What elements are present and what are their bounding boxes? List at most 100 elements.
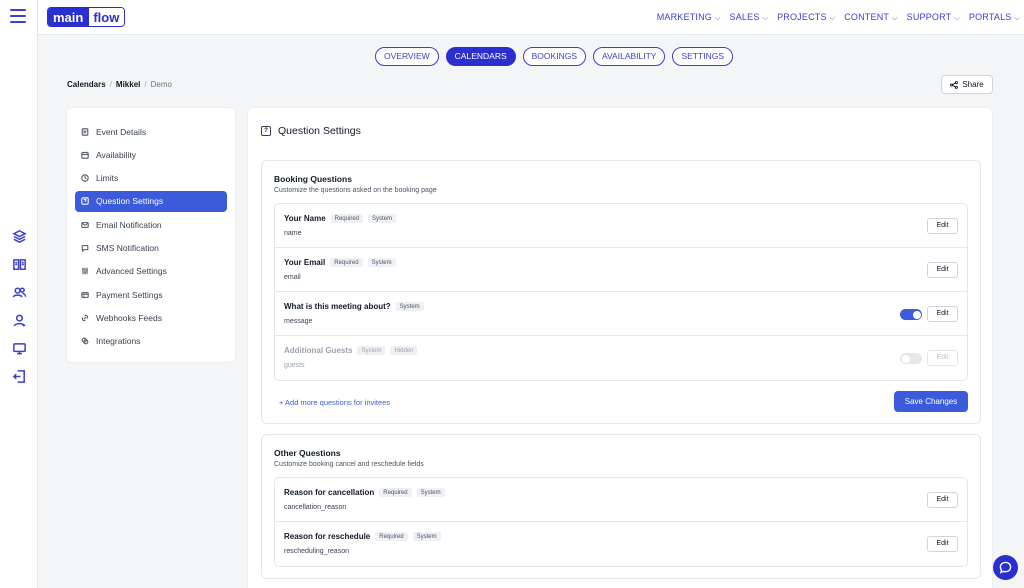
layers-icon <box>80 337 89 346</box>
topnav-portals[interactable]: PORTALS ⌵ <box>969 12 1020 23</box>
menu-item-advanced-settings[interactable]: Advanced Settings <box>75 261 227 282</box>
tab-bookings[interactable]: BOOKINGS <box>522 47 586 66</box>
question-name: Reason for reschedule <box>284 532 371 541</box>
question-row-your-name: Your Name Required System name Edit <box>275 204 967 248</box>
settings-menu: Event Details Availability Limits Questi… <box>66 107 236 363</box>
question-row-cancellation: Reason for cancellation Required System ca… <box>275 478 967 522</box>
message-icon <box>80 243 89 252</box>
sliders-icon <box>80 267 89 276</box>
required-badge: Required <box>330 214 363 223</box>
hamburger-menu-icon[interactable] <box>10 9 26 23</box>
system-badge: System <box>416 488 445 497</box>
required-badge: Required <box>379 488 412 497</box>
edit-button[interactable]: Edit <box>927 262 958 278</box>
chevron-down-icon: ⌵ <box>892 15 898 22</box>
edit-button[interactable]: Edit <box>927 306 958 322</box>
question-name: Your Name <box>284 214 326 223</box>
other-questions-section: Other Questions Customize booking cancel… <box>261 434 981 579</box>
add-question-link[interactable]: + Add more questions for invitees <box>279 398 390 407</box>
brand-logo-flow: flow <box>89 8 125 26</box>
top-bar: main flow MARKETING ⌵ SALES ⌵ PROJECTS ⌵ CO… <box>38 0 1024 35</box>
menu-item-event-details[interactable]: Event Details <box>75 121 227 142</box>
section-subtitle: Customize booking cancel and reschedule … <box>274 461 424 468</box>
edit-button[interactable]: Edit <box>927 218 958 234</box>
question-field: email <box>284 274 301 281</box>
question-row-meeting-about: What is this meeting about? System messag… <box>275 292 967 336</box>
breadcrumb-calendars[interactable]: Calendars <box>67 80 106 89</box>
required-badge: Required <box>375 532 408 541</box>
layers-icon[interactable] <box>0 222 38 250</box>
chevron-down-icon: ⌵ <box>1014 15 1020 22</box>
top-navigation: MARKETING ⌵ SALES ⌵ PROJECTS ⌵ CONTENT ⌵ SUP… <box>657 12 1020 23</box>
clock-icon <box>80 174 89 183</box>
hidden-badge: Hidden <box>390 346 418 355</box>
users-icon[interactable] <box>0 278 38 306</box>
question-name: Additional Guests <box>284 346 353 355</box>
card-icon <box>80 290 89 299</box>
breadcrumb-current: Demo <box>150 80 172 89</box>
chevron-down-icon: ⌵ <box>715 15 721 22</box>
topnav-content[interactable]: CONTENT ⌵ <box>844 12 897 23</box>
topnav-support[interactable]: SUPPORT ⌵ <box>907 12 960 23</box>
question-field: guests <box>284 362 305 369</box>
mail-icon <box>80 220 89 229</box>
chat-icon <box>999 561 1012 574</box>
edit-button[interactable]: Edit <box>927 536 958 552</box>
section-subtitle: Customize the questions asked on the boo… <box>274 187 437 194</box>
menu-item-email-notification[interactable]: Email Notification <box>75 214 227 235</box>
question-settings-panel: ? Question Settings Booking Questions Cu… <box>247 107 993 588</box>
other-question-list: Reason for cancellation Required System ca… <box>274 477 968 567</box>
page-title-text: Question Settings <box>278 125 361 137</box>
menu-item-integrations[interactable]: Integrations <box>75 331 227 352</box>
monitor-icon[interactable] <box>0 334 38 362</box>
menu-item-question-settings[interactable]: Question Settings <box>75 190 227 212</box>
question-row-additional-guests: Additional Guests System Hidden guests Edi… <box>275 336 967 380</box>
menu-item-sms-notification[interactable]: SMS Notification <box>75 237 227 258</box>
edit-button[interactable]: Edit <box>927 350 958 366</box>
topnav-projects[interactable]: PROJECTS ⌵ <box>777 12 835 23</box>
save-changes-button[interactable]: Save Changes <box>894 391 968 412</box>
menu-item-limits[interactable]: Limits <box>75 168 227 189</box>
menu-item-webhooks-feeds[interactable]: Webhooks Feeds <box>75 307 227 328</box>
menu-item-availability[interactable]: Availability <box>75 144 227 165</box>
document-icon <box>80 127 89 136</box>
question-field: cancellation_reason <box>284 504 347 511</box>
question-icon: ? <box>261 126 271 136</box>
topnav-marketing[interactable]: MARKETING ⌵ <box>657 12 721 23</box>
logout-icon[interactable] <box>0 362 38 390</box>
chevron-down-icon: ⌵ <box>954 15 960 22</box>
tab-availability[interactable]: AVAILABILITY <box>592 47 666 66</box>
question-icon <box>80 197 89 206</box>
brand-logo-main: main <box>48 8 90 26</box>
question-name: Your Email <box>284 258 326 267</box>
question-name: Reason for cancellation <box>284 488 375 497</box>
chevron-down-icon: ⌵ <box>829 15 836 22</box>
chat-button[interactable] <box>993 555 1018 580</box>
breadcrumb-user[interactable]: Mikkel <box>116 80 140 89</box>
tab-calendars[interactable]: CALENDARS <box>445 47 516 66</box>
system-badge: System <box>412 532 441 541</box>
required-badge: Required <box>330 258 363 267</box>
share-button[interactable]: Share <box>941 75 993 94</box>
tab-settings[interactable]: SETTINGS <box>672 47 733 66</box>
left-rail <box>0 0 38 588</box>
breadcrumb: Calendars / Mikkel / Demo <box>67 80 172 89</box>
calendar-icon <box>80 150 89 159</box>
tab-overview[interactable]: OVERVIEW <box>375 47 439 66</box>
booking-questions-section: Booking Questions Customize the question… <box>261 160 981 424</box>
question-row-your-email: Your Email Required System email Edit <box>275 248 967 292</box>
chevron-down-icon: ⌵ <box>762 15 769 22</box>
share-label: Share <box>962 80 984 89</box>
brand-logo[interactable]: main flow <box>47 7 126 27</box>
topnav-sales[interactable]: SALES ⌵ <box>730 12 769 23</box>
book-icon[interactable] <box>0 250 38 278</box>
user-support-icon[interactable] <box>0 306 38 334</box>
visibility-toggle-on[interactable] <box>900 309 922 320</box>
section-title: Other Questions <box>274 448 341 458</box>
menu-item-payment-settings[interactable]: Payment Settings <box>75 284 227 305</box>
question-name: What is this meeting about? <box>284 302 391 311</box>
edit-button[interactable]: Edit <box>927 492 958 508</box>
section-title: Booking Questions <box>274 174 352 184</box>
page-title: ? Question Settings <box>261 125 361 137</box>
visibility-toggle-off[interactable] <box>900 353 922 364</box>
